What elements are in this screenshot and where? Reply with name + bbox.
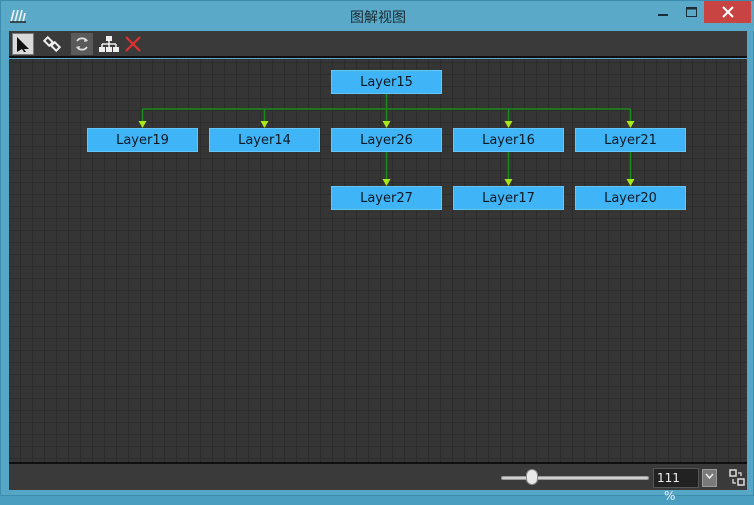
zoom-dropdown-button[interactable] xyxy=(702,469,717,487)
edge-arrow xyxy=(138,121,147,128)
edge-arrow xyxy=(382,179,391,186)
edge-arrow xyxy=(626,179,635,186)
delete-x-icon xyxy=(125,36,141,52)
title-bar[interactable]: 图解视图 xyxy=(1,1,754,31)
maximize-icon xyxy=(685,7,697,17)
node-layer26[interactable]: Layer26 xyxy=(331,128,442,152)
schematic-canvas[interactable]: Layer15 Layer19 Layer14 Layer26 Layer27 Layer… xyxy=(9,59,747,462)
edge-arrow xyxy=(260,121,269,128)
node-layer19[interactable]: Layer19 xyxy=(87,128,198,152)
refresh-tool-button[interactable] xyxy=(71,33,93,55)
node-layer27[interactable]: Layer27 xyxy=(331,186,442,210)
node-layer16[interactable]: Layer16 xyxy=(453,128,564,152)
link-icon xyxy=(43,35,61,53)
node-layer20[interactable]: Layer20 xyxy=(575,186,686,210)
zoom-unit: % xyxy=(664,489,676,503)
select-tool-button[interactable] xyxy=(12,33,34,55)
edge-arrow xyxy=(504,179,513,186)
minimize-button[interactable] xyxy=(649,1,677,23)
fit-view-icon[interactable] xyxy=(729,469,745,487)
hierarchy-tool-button[interactable] xyxy=(98,33,120,55)
toolbar xyxy=(9,31,747,58)
close-button[interactable] xyxy=(704,1,751,23)
minimize-icon xyxy=(658,14,668,16)
zoom-input[interactable]: 111 % xyxy=(653,468,699,503)
edge-arrow xyxy=(504,121,513,128)
refresh-icon xyxy=(76,37,88,51)
zoom-slider-track[interactable] xyxy=(501,476,649,480)
link-tool-button[interactable] xyxy=(41,33,63,55)
chevron-down-icon xyxy=(705,473,714,480)
select-arrow-icon xyxy=(17,37,29,52)
zoom-slider-handle[interactable] xyxy=(526,469,538,485)
hierarchy-icon xyxy=(99,36,119,52)
edge-arrow xyxy=(382,121,391,128)
delete-tool-button[interactable] xyxy=(122,33,144,55)
node-layer15[interactable]: Layer15 xyxy=(331,70,442,94)
graph-edges xyxy=(138,94,635,186)
node-layer21[interactable]: Layer21 xyxy=(575,128,686,152)
schematic-view-window: 图解视图 Layer15 Layer19 Layer14 Layer26 Lay… xyxy=(0,0,754,503)
window-title: 图解视图 xyxy=(350,10,406,26)
maximize-button[interactable] xyxy=(677,1,705,23)
status-bar: 111 % xyxy=(9,462,747,503)
node-layer14[interactable]: Layer14 xyxy=(209,128,320,152)
close-icon xyxy=(721,6,734,18)
node-layer17[interactable]: Layer17 xyxy=(453,186,564,210)
zoom-value: 111 xyxy=(657,471,680,485)
edge-arrow xyxy=(626,121,635,128)
